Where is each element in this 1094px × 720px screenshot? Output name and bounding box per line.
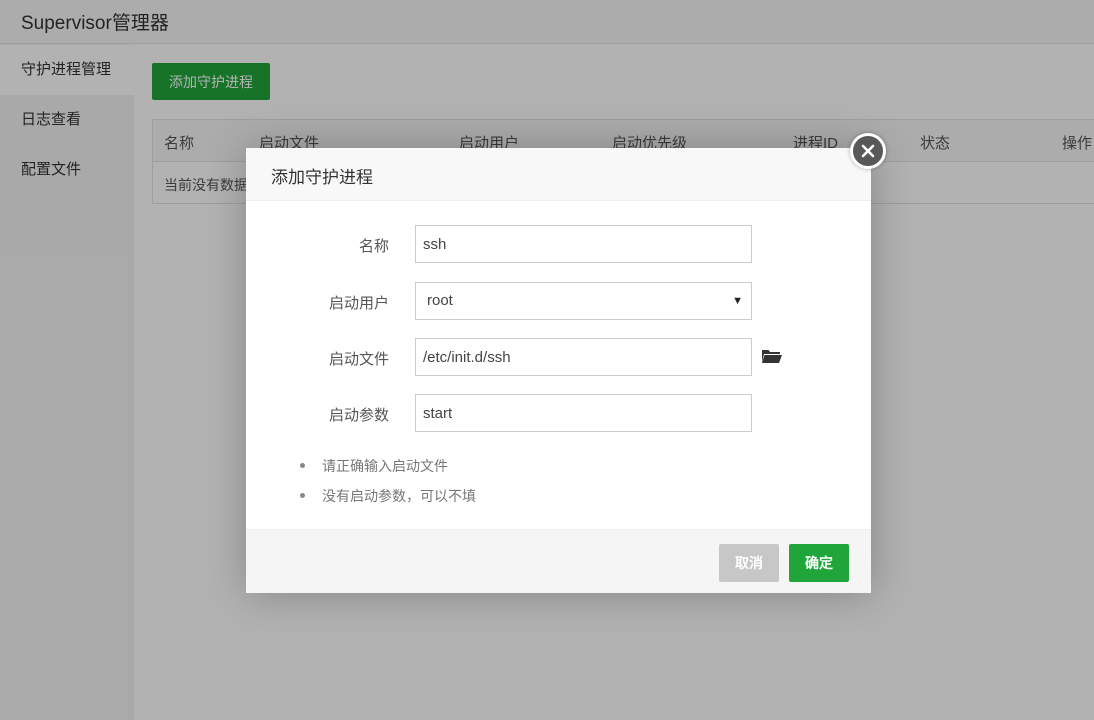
user-label: 启动用户	[328, 295, 389, 312]
file-label: 启动文件	[328, 351, 389, 368]
args-input[interactable]	[415, 394, 752, 432]
args-label: 启动参数	[328, 407, 389, 424]
add-process-dialog: 添加守护进程 名称 启动用户 root ▼ 启动文件 启动参数 请正确输入启动文…	[246, 133, 886, 593]
name-input[interactable]	[415, 225, 752, 263]
dialog-footer: 取消 确定	[246, 529, 871, 593]
user-select-value: root	[427, 292, 453, 309]
dialog-title: 添加守护进程	[271, 168, 373, 187]
bullet-icon	[300, 493, 305, 498]
folder-open-icon[interactable]	[761, 348, 783, 364]
user-select[interactable]: root ▼	[415, 282, 752, 320]
cancel-button[interactable]: 取消	[719, 544, 779, 582]
bullet-icon	[300, 463, 305, 468]
tip-text: 请正确输入启动文件	[322, 458, 448, 474]
dialog-header: 添加守护进程	[246, 148, 871, 201]
dropdown-arrow-icon: ▼	[732, 295, 743, 307]
file-input[interactable]	[415, 338, 752, 376]
close-icon	[861, 144, 875, 158]
close-button[interactable]	[850, 133, 886, 169]
confirm-button[interactable]: 确定	[789, 544, 849, 582]
name-label: 名称	[358, 238, 389, 255]
tip-text: 没有启动参数，可以不填	[322, 488, 476, 504]
